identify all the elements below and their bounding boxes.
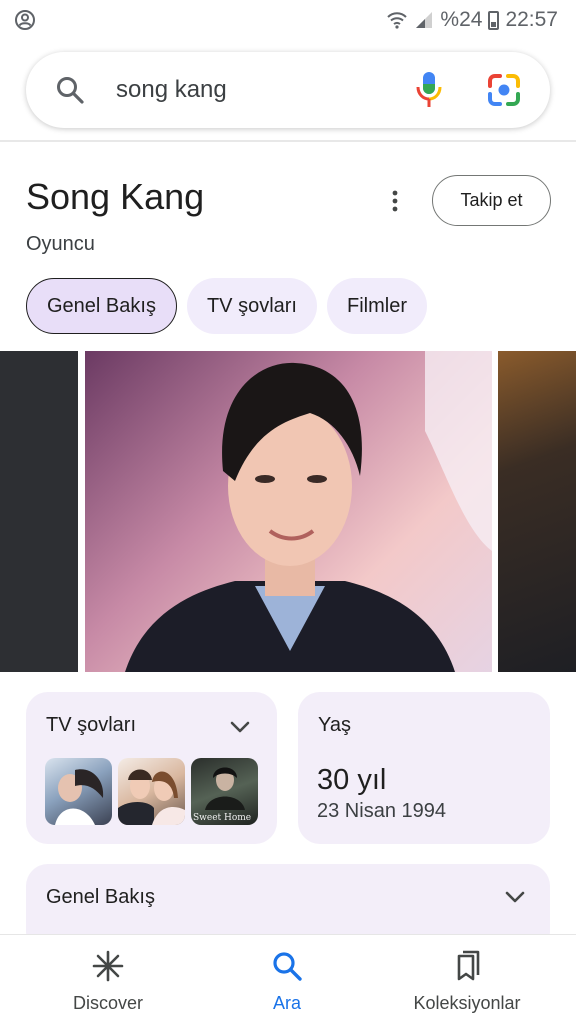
nav-search-label: Ara [272,993,301,1013]
chevron-down-icon[interactable] [230,720,250,734]
entity-subtitle: Oyuncu [26,233,95,255]
tv-show-thumbnail[interactable]: Sweet Home [191,758,258,825]
image-carousel[interactable] [0,351,576,672]
chevron-down-icon[interactable] [505,890,525,904]
collections-icon [457,950,480,981]
battery-percent: %24 [440,8,483,31]
age-card-title: Yaş [318,714,351,736]
carousel-image-main[interactable] [85,351,492,672]
nav-discover-label: Discover [72,993,143,1013]
search-input[interactable]: song kang [116,76,227,104]
entity-title: Song Kang [26,176,205,217]
mic-icon[interactable] [414,70,444,110]
nav-discover[interactable]: Discover [12,935,204,1024]
search-icon[interactable] [54,74,86,106]
tab-overview[interactable]: Genel Bakış [26,278,177,334]
carousel-image-left[interactable] [0,351,78,672]
tv-shows-card-title: TV şovları [46,714,137,736]
thumbnail-caption: Sweet Home [193,813,252,823]
search-header: song kang [0,40,576,142]
carousel-image-right[interactable] [498,351,576,672]
wifi-icon [387,12,408,29]
tv-show-thumbnail[interactable] [45,758,112,825]
status-bar: %24 22:57 [0,0,576,40]
discover-icon [92,950,124,982]
search-icon [273,952,302,981]
tab-movies[interactable]: Filmler [326,278,427,334]
clock: 22:57 [505,8,558,31]
nav-collections[interactable]: Koleksiyonlar [371,935,563,1024]
bottom-navigation: Discover Ara Koleksiyonlar [0,934,576,1024]
follow-button[interactable]: Takip et [432,175,551,226]
more-options-icon[interactable] [384,188,406,214]
lens-icon[interactable] [486,72,522,108]
birth-date: 23 Nisan 1994 [317,800,446,822]
tv-show-thumbnail[interactable] [118,758,185,825]
entity-tabs: Genel Bakış TV şovları Filmler [26,278,427,334]
age-card[interactable]: Yaş 30 yıl 23 Nisan 1994 [298,692,550,844]
account-circle-icon [15,10,35,30]
tv-show-thumbnails: Sweet Home [45,758,258,825]
overview-card-title: Genel Bakış [46,886,155,908]
signal-icon [416,12,433,28]
portrait-photo [125,351,492,672]
nav-search[interactable]: Ara [191,935,383,1024]
age-value: 30 yıl [317,764,387,796]
search-bar[interactable]: song kang [26,52,550,128]
nav-collections-label: Koleksiyonlar [413,993,521,1013]
tab-tv-shows[interactable]: TV şovları [186,278,317,334]
tv-shows-card[interactable]: TV şovları Sweet Home [26,692,277,844]
battery-icon [488,10,500,30]
